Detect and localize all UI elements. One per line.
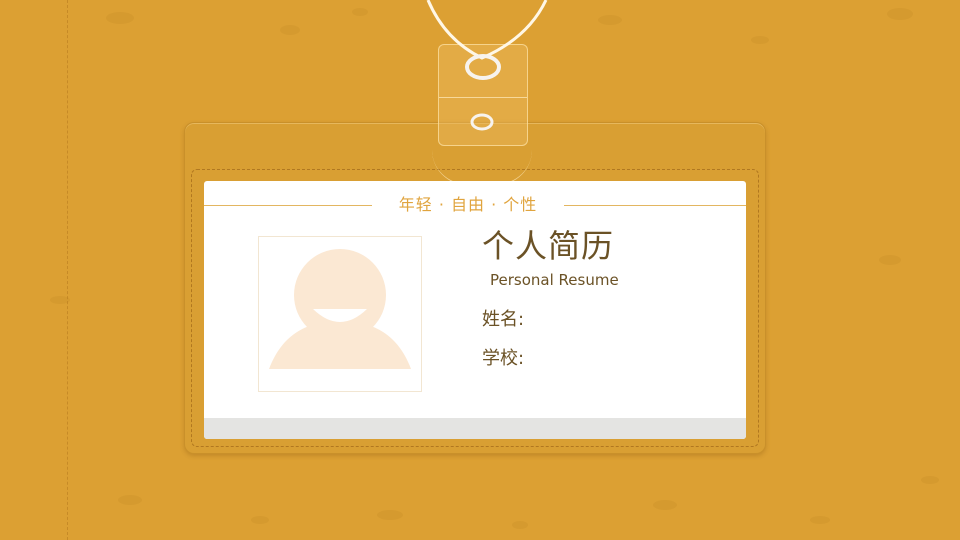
lanyard-cord — [426, 0, 548, 131]
top-ring-icon — [465, 54, 501, 80]
slogan-divider-right — [564, 205, 746, 206]
resume-subtitle: Personal Resume — [490, 271, 619, 289]
name-label: 姓名: — [482, 309, 525, 330]
card-footer-strip — [204, 418, 746, 439]
photo-frame — [258, 236, 422, 392]
user-avatar-icon — [269, 249, 411, 369]
id-card: 年轻 · 自由 · 个性 个人简历 Personal Resume 姓名: 学校… — [204, 181, 746, 439]
bottom-grommet-icon — [470, 113, 494, 131]
slogan-row: 年轻 · 自由 · 个性 — [204, 195, 746, 215]
school-label: 学校: — [482, 348, 525, 369]
slogan-divider-left — [204, 205, 372, 206]
resume-title: 个人简历 — [482, 227, 615, 265]
slogan-text: 年轻 · 自由 · 个性 — [398, 195, 538, 214]
